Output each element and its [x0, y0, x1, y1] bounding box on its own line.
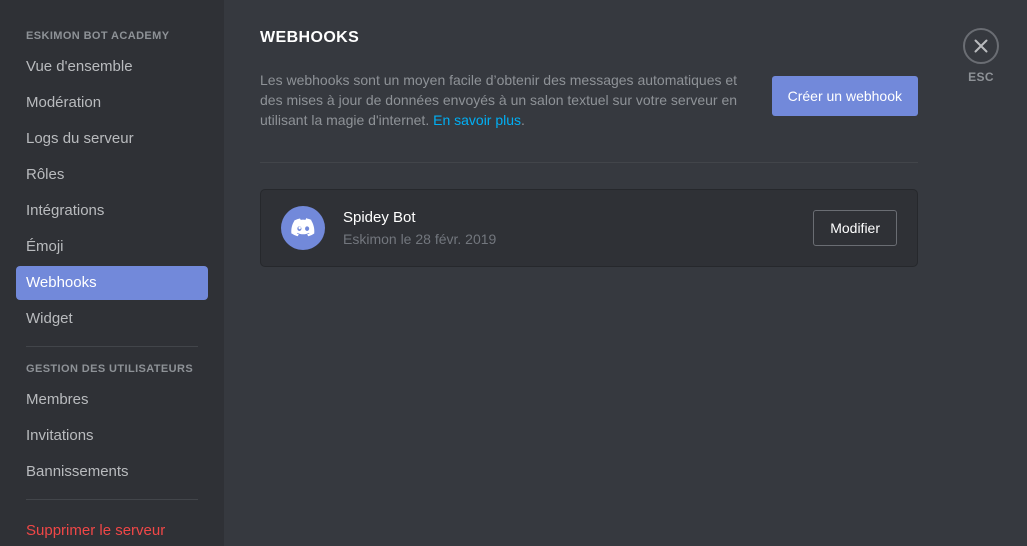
sidebar-item-label: Modération [26, 94, 102, 111]
close-settings-button[interactable]: ESC [951, 28, 1011, 84]
settings-content: WEBHOOKS Les webhooks sont un moyen faci… [224, 0, 1027, 546]
sidebar-item-label: Bannissements [26, 463, 129, 480]
sidebar-item-label: Émoji [26, 238, 64, 255]
content-divider [260, 162, 918, 163]
sidebar-item-bannissements[interactable]: Bannissements [16, 455, 208, 489]
webhooks-panel: WEBHOOKS Les webhooks sont un moyen faci… [260, 28, 926, 267]
sidebar-item-logs-du-serveur[interactable]: Logs du serveur [16, 122, 208, 156]
close-icon[interactable] [963, 28, 999, 64]
sidebar-section-header-server: ESKIMON BOT ACADEMY [26, 30, 170, 42]
sidebar-item-vue-densemble[interactable]: Vue d'ensemble [16, 50, 208, 84]
sidebar-item-webhooks[interactable]: Webhooks [16, 266, 208, 300]
page-title: WEBHOOKS [260, 29, 360, 46]
sidebar-divider-1 [26, 346, 198, 347]
sidebar-item-integrations[interactable]: Intégrations [16, 194, 208, 228]
sidebar-divider-2 [26, 499, 198, 500]
sidebar-item-label: Rôles [26, 166, 65, 183]
sidebar-item-label: Logs du serveur [26, 130, 134, 147]
webhook-meta: Spidey Bot Eskimon le 28 févr. 2019 [343, 208, 813, 248]
webhook-name: Spidey Bot [343, 209, 416, 226]
sidebar-item-invitations[interactable]: Invitations [16, 419, 208, 453]
create-webhook-button[interactable]: Créer un webhook [771, 76, 918, 116]
sidebar-item-label: Vue d'ensemble [26, 58, 133, 75]
description-text-end: . [521, 112, 525, 128]
webhook-list-item[interactable]: Spidey Bot Eskimon le 28 févr. 2019 Modi… [260, 189, 918, 267]
sidebar-item-roles[interactable]: Rôles [16, 158, 208, 192]
webhook-creator-date: Eskimon le 28 févr. 2019 [343, 231, 497, 247]
edit-webhook-button[interactable]: Modifier [813, 210, 897, 246]
sidebar-item-label: Membres [26, 391, 89, 408]
discord-clyde-icon [281, 206, 325, 250]
esc-label: ESC [968, 70, 994, 84]
sidebar-item-widget[interactable]: Widget [16, 302, 208, 336]
webhooks-intro-row: Les webhooks sont un moyen facile d’obte… [260, 70, 926, 130]
sidebar-item-label: Widget [26, 310, 73, 327]
sidebar-section-header-users: GESTION DES UTILISATEURS [26, 363, 194, 375]
sidebar-item-label: Intégrations [26, 202, 105, 219]
settings-sidebar: ESKIMON BOT ACADEMY Vue d'ensemble Modér… [0, 0, 224, 546]
sidebar-item-label: Invitations [26, 427, 94, 444]
sidebar-item-supprimer-le-serveur[interactable]: Supprimer le serveur [16, 514, 208, 546]
learn-more-link[interactable]: En savoir plus [433, 112, 521, 128]
webhooks-description: Les webhooks sont un moyen facile d’obte… [260, 70, 748, 130]
server-settings-window: ESKIMON BOT ACADEMY Vue d'ensemble Modér… [0, 0, 1027, 546]
sidebar-item-label: Supprimer le serveur [26, 522, 166, 539]
sidebar-content: ESKIMON BOT ACADEMY Vue d'ensemble Modér… [0, 28, 224, 546]
sidebar-item-membres[interactable]: Membres [16, 383, 208, 417]
sidebar-item-moderation[interactable]: Modération [16, 86, 208, 120]
sidebar-item-label: Webhooks [26, 274, 97, 291]
sidebar-item-emoji[interactable]: Émoji [16, 230, 208, 264]
webhook-list: Spidey Bot Eskimon le 28 févr. 2019 Modi… [260, 189, 926, 267]
